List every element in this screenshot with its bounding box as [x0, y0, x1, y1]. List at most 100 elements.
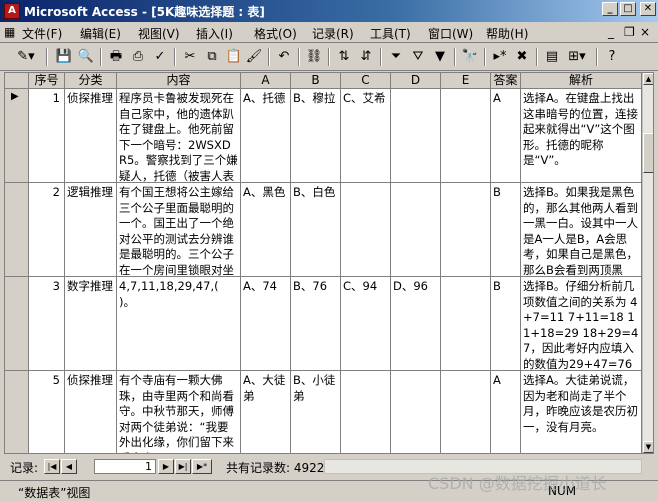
- cell-option-b[interactable]: B、白色: [291, 183, 341, 277]
- cell-content[interactable]: 有个寺庙有一颗大佛珠，由寺里两个和尚看守。中秋节那天，师傅对两个徒弟说：“我要外…: [117, 371, 241, 453]
- column-header-category[interactable]: 分类: [65, 73, 117, 89]
- vertical-scrollbar[interactable]: ▲ ▼: [642, 73, 653, 453]
- column-header-c[interactable]: C: [341, 73, 391, 89]
- record-selector[interactable]: [5, 277, 29, 371]
- cell-seq[interactable]: 2: [29, 183, 65, 277]
- mdi-restore-icon[interactable]: ❐: [624, 25, 635, 39]
- cell-option-c[interactable]: C、艾希: [341, 89, 391, 183]
- print-icon[interactable]: 🖶: [106, 47, 126, 67]
- cell-option-a[interactable]: A、74: [241, 277, 291, 371]
- cell-option-d[interactable]: [391, 89, 441, 183]
- cell-explanation[interactable]: 选择B。如果我是黑色的，那么其他两人看到一黑一白。设其中一人是A一人是B，A会思…: [521, 183, 642, 277]
- cell-content[interactable]: 程序员卡鲁被发现死在自己家中，他的遗体趴在了键盘上。他死前留下一个暗号：2WSX…: [117, 89, 241, 183]
- cell-option-e[interactable]: [441, 89, 491, 183]
- cell-content[interactable]: 4,7,11,18,29,47,( )。: [117, 277, 241, 371]
- mdi-minimize-icon[interactable]: _: [608, 25, 614, 39]
- find-icon[interactable]: 🔭: [460, 47, 480, 67]
- cell-option-e[interactable]: [441, 277, 491, 371]
- delete-record-icon[interactable]: ✖: [512, 47, 532, 67]
- filter-by-selection-icon[interactable]: ⏷: [386, 47, 406, 67]
- menu-view[interactable]: 视图(V): [138, 25, 180, 42]
- apply-filter-icon[interactable]: ▼: [430, 47, 450, 67]
- cell-seq[interactable]: 1: [29, 89, 65, 183]
- menu-help[interactable]: 帮助(H): [486, 25, 528, 42]
- current-record-indicator-icon[interactable]: ▶: [5, 89, 29, 183]
- filter-by-form-icon[interactable]: ⛛: [408, 47, 428, 67]
- format-painter-icon[interactable]: 🖌: [244, 47, 264, 67]
- column-header-e[interactable]: E: [441, 73, 491, 89]
- last-record-icon[interactable]: ▶|: [175, 459, 191, 474]
- menu-tools[interactable]: 工具(T): [370, 25, 411, 42]
- new-record-nav-icon[interactable]: ▶*: [192, 459, 212, 474]
- current-record-input[interactable]: 1: [94, 459, 156, 474]
- cell-category[interactable]: 侦探推理: [65, 371, 117, 453]
- record-selector[interactable]: [5, 183, 29, 277]
- cell-option-d[interactable]: D、96: [391, 277, 441, 371]
- column-header-content[interactable]: 内容: [117, 73, 241, 89]
- cut-icon[interactable]: ✂: [180, 47, 200, 67]
- print-preview-icon[interactable]: ⎙: [128, 47, 148, 67]
- column-header-seq[interactable]: 序号: [29, 73, 65, 89]
- cell-option-a[interactable]: A、黑色: [241, 183, 291, 277]
- cell-option-b[interactable]: B、穆拉: [291, 89, 341, 183]
- column-header-d[interactable]: D: [391, 73, 441, 89]
- cell-seq[interactable]: 3: [29, 277, 65, 371]
- cell-option-b[interactable]: B、小徒弟: [291, 371, 341, 453]
- insert-hyperlink-icon[interactable]: ⛓: [304, 47, 324, 67]
- cell-option-d[interactable]: [391, 183, 441, 277]
- menu-format[interactable]: 格式(O): [254, 25, 297, 42]
- cell-explanation[interactable]: 选择B。仔细分析前几项数值之间的关系为 4+7=11 7+11=18 11+18…: [521, 277, 642, 371]
- copy-icon[interactable]: ⧉: [202, 47, 222, 67]
- sort-ascending-icon[interactable]: ⇅: [334, 47, 354, 67]
- record-selector[interactable]: [5, 371, 29, 453]
- table-window-icon[interactable]: ▦: [4, 25, 15, 39]
- cell-option-a[interactable]: A、大徒弟: [241, 371, 291, 453]
- mdi-close-icon[interactable]: ×: [640, 25, 650, 39]
- cell-category[interactable]: 数字推理: [65, 277, 117, 371]
- menu-window[interactable]: 窗口(W): [428, 25, 473, 42]
- undo-icon[interactable]: ↶: [274, 47, 294, 67]
- cell-category[interactable]: 逻辑推理: [65, 183, 117, 277]
- help-icon[interactable]: ?: [602, 47, 622, 67]
- cell-option-b[interactable]: B、76: [291, 277, 341, 371]
- spellcheck-icon[interactable]: ✓: [150, 47, 170, 67]
- database-window-icon[interactable]: ▤: [542, 47, 562, 67]
- access-app-icon[interactable]: A: [4, 3, 20, 19]
- save-icon[interactable]: 💾: [54, 47, 74, 67]
- column-header-explanation[interactable]: 解析: [521, 73, 642, 89]
- cell-explanation[interactable]: 选择A。在键盘上找出这串暗号的位置，连接起来就得出“V”这个图形。托德的昵称是“…: [521, 89, 642, 183]
- close-icon[interactable]: ✕: [640, 2, 656, 16]
- column-header-a[interactable]: A: [241, 73, 291, 89]
- search-file-icon[interactable]: 🔍: [76, 47, 96, 67]
- sort-descending-icon[interactable]: ⇵: [356, 47, 376, 67]
- cell-content[interactable]: 有个国王想将公主嫁给三个公子里面最聪明的一个。国王出了一个绝对公平的测试去分辨谁…: [117, 183, 241, 277]
- first-record-icon[interactable]: |◀: [44, 459, 60, 474]
- cell-option-d[interactable]: [391, 371, 441, 453]
- cell-option-e[interactable]: [441, 371, 491, 453]
- paste-icon[interactable]: 📋: [224, 47, 244, 67]
- column-header-b[interactable]: B: [291, 73, 341, 89]
- select-all-corner[interactable]: [5, 73, 29, 89]
- maximize-icon[interactable]: □: [620, 2, 636, 16]
- cell-option-e[interactable]: [441, 183, 491, 277]
- cell-answer[interactable]: A: [491, 89, 521, 183]
- column-header-answer[interactable]: 答案: [491, 73, 521, 89]
- scroll-thumb[interactable]: [643, 133, 653, 173]
- menu-file[interactable]: 文件(F): [22, 25, 62, 42]
- cell-answer[interactable]: B: [491, 183, 521, 277]
- cell-answer[interactable]: A: [491, 371, 521, 453]
- cell-option-c[interactable]: [341, 183, 391, 277]
- scroll-down-icon[interactable]: ▼: [643, 441, 653, 453]
- cell-explanation[interactable]: 选择A。大徒弟说谎，因为老和尚走了半个月，昨晚应该是农历初一，没有月亮。: [521, 371, 642, 453]
- menu-records[interactable]: 记录(R): [312, 25, 354, 42]
- scroll-up-icon[interactable]: ▲: [643, 73, 653, 85]
- new-record-icon[interactable]: ▸*: [490, 47, 510, 67]
- design-view-icon[interactable]: ✎▾: [12, 47, 40, 67]
- cell-answer[interactable]: B: [491, 277, 521, 371]
- new-object-icon[interactable]: ⊞▾: [564, 47, 590, 67]
- cell-option-c[interactable]: C、94: [341, 277, 391, 371]
- cell-option-a[interactable]: A、托德: [241, 89, 291, 183]
- cell-category[interactable]: 侦探推理: [65, 89, 117, 183]
- cell-option-c[interactable]: [341, 371, 391, 453]
- cell-seq[interactable]: 5: [29, 371, 65, 453]
